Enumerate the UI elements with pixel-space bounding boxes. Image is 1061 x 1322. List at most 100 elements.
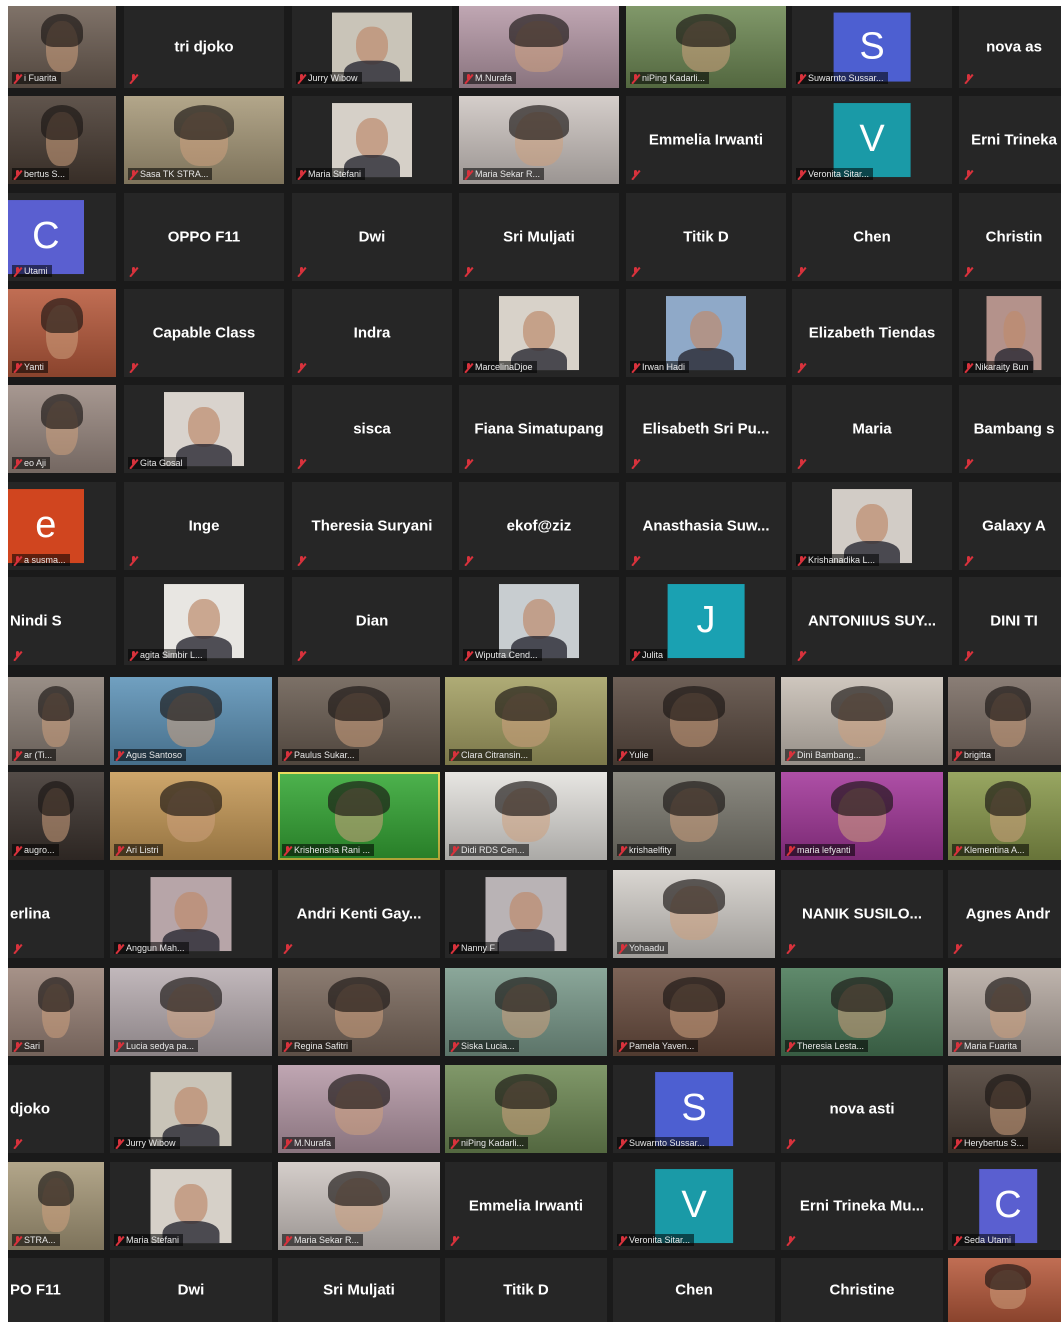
participant-tile[interactable]: Maria Sekar R... xyxy=(459,96,619,184)
participant-tile[interactable]: ANTONIIUS SUY... xyxy=(792,577,952,665)
participant-tile[interactable]: Maria xyxy=(792,385,952,473)
participant-tile[interactable]: Pamela Yaven... xyxy=(613,968,775,1056)
participant-tile[interactable]: Bambang s xyxy=(959,385,1061,473)
participant-tile[interactable]: Capable Class xyxy=(124,289,284,377)
participant-tile[interactable]: Paulus Sukar... xyxy=(278,677,440,765)
participant-tile[interactable]: Yanti xyxy=(8,289,116,377)
participant-tile[interactable]: Erni Trineka Mu... xyxy=(781,1162,943,1250)
participant-tile[interactable]: niPing Kadarli... xyxy=(445,1065,607,1153)
participant-tile[interactable]: Yulie xyxy=(613,677,775,765)
participant-tile[interactable]: Lucia sedya pa... xyxy=(110,968,272,1056)
participant-tile[interactable]: Elizabeth Tiendas xyxy=(792,289,952,377)
participant-tile[interactable]: Theresia Suryani xyxy=(292,482,452,570)
participant-tile[interactable]: Jurry Wibow xyxy=(292,6,452,88)
participant-tile[interactable]: ar (Ti... xyxy=(8,677,104,765)
participant-tile[interactable]: OPPO F11 xyxy=(124,193,284,281)
participant-tile[interactable]: Elisabeth Sri Pu... xyxy=(626,385,786,473)
participant-tile[interactable]: ekof@ziz xyxy=(459,482,619,570)
participant-tile[interactable]: Indra xyxy=(292,289,452,377)
participant-tile[interactable]: Fiana Simatupang xyxy=(459,385,619,473)
participant-tile[interactable]: NANIK SUSILO... xyxy=(781,870,943,958)
participant-tile[interactable]: Sri Muljati xyxy=(459,193,619,281)
participant-tile[interactable]: C Seda Utami xyxy=(948,1162,1061,1250)
participant-tile[interactable]: Agus Santoso xyxy=(110,677,272,765)
participant-tile[interactable]: S Suwarnto Sussar... xyxy=(792,6,952,88)
participant-tile[interactable]: C Utami xyxy=(8,193,116,281)
participant-tile[interactable]: tri djoko xyxy=(124,6,284,88)
participant-name-label: Jurry Wibow xyxy=(114,1137,180,1149)
participant-tile[interactable]: Irwan Hadi xyxy=(626,289,786,377)
participant-tile[interactable]: Clara Citransin... xyxy=(445,677,607,765)
participant-tile[interactable]: STRA... xyxy=(8,1162,104,1250)
participant-tile[interactable]: Klementina A... xyxy=(948,772,1061,860)
participant-tile[interactable]: Christin xyxy=(959,193,1061,281)
participant-tile[interactable]: Maria Sekar R... xyxy=(278,1162,440,1250)
participant-tile[interactable]: eo Aji xyxy=(8,385,116,473)
participant-tile[interactable]: nova as xyxy=(959,6,1061,88)
participant-tile[interactable]: Titik D xyxy=(626,193,786,281)
participant-tile[interactable]: Maria Fuarita xyxy=(948,968,1061,1056)
participant-tile[interactable]: Emmelia Irwanti xyxy=(445,1162,607,1250)
participant-tile[interactable]: nova asti xyxy=(781,1065,943,1153)
participant-tile[interactable]: Ari Listri xyxy=(110,772,272,860)
participant-tile[interactable]: brigitta xyxy=(948,677,1061,765)
participant-tile[interactable]: Theresia Lesta... xyxy=(781,968,943,1056)
participant-tile[interactable]: Nanny F xyxy=(445,870,607,958)
participant-tile[interactable]: DINI TI xyxy=(959,577,1061,665)
participant-tile[interactable]: Sasa TK STRA... xyxy=(124,96,284,184)
participant-tile[interactable]: maria lefyanti xyxy=(781,772,943,860)
participant-tile[interactable]: MarcelinaDjoe xyxy=(459,289,619,377)
participant-tile[interactable]: Gita Gosal xyxy=(124,385,284,473)
participant-tile[interactable]: Maria Stefani xyxy=(292,96,452,184)
participant-tile[interactable]: erlina xyxy=(8,870,104,958)
participant-tile[interactable]: Jurry Wibow xyxy=(110,1065,272,1153)
participant-tile[interactable]: Nindi S xyxy=(8,577,116,665)
participant-tile[interactable] xyxy=(948,1258,1061,1322)
participant-tile[interactable]: krishaelfity xyxy=(613,772,775,860)
participant-tile[interactable]: Sri Muljati xyxy=(278,1258,440,1322)
participant-tile[interactable]: niPing Kadarli... xyxy=(626,6,786,88)
participant-tile[interactable]: V Veronita Sitar... xyxy=(792,96,952,184)
participant-tile[interactable]: Herybertus S... xyxy=(948,1065,1061,1153)
participant-tile[interactable]: Krishensha Rani ... xyxy=(278,772,440,860)
participant-tile[interactable]: Inge xyxy=(124,482,284,570)
participant-tile[interactable]: Andri Kenti Gay... xyxy=(278,870,440,958)
participant-tile[interactable]: bertus S... xyxy=(8,96,116,184)
participant-tile[interactable]: Didi RDS Cen... xyxy=(445,772,607,860)
participant-tile[interactable]: Dini Bambang... xyxy=(781,677,943,765)
participant-tile[interactable]: Galaxy A xyxy=(959,482,1061,570)
participant-tile[interactable]: i Fuarita xyxy=(8,6,116,88)
participant-tile[interactable]: Krishanadika L... xyxy=(792,482,952,570)
participant-tile[interactable]: djoko xyxy=(8,1065,104,1153)
participant-tile[interactable]: M.Nurafa xyxy=(278,1065,440,1153)
participant-tile[interactable]: Anasthasia Suw... xyxy=(626,482,786,570)
participant-tile[interactable]: Dian xyxy=(292,577,452,665)
participant-tile[interactable]: S Suwarnto Sussar... xyxy=(613,1065,775,1153)
participant-tile[interactable]: ea susma... xyxy=(8,482,116,570)
participant-tile[interactable]: Chen xyxy=(613,1258,775,1322)
participant-tile[interactable]: Agnes Andr xyxy=(948,870,1061,958)
participant-tile[interactable]: augro... xyxy=(8,772,104,860)
participant-tile[interactable]: Nikaraity Bun xyxy=(959,289,1061,377)
participant-tile[interactable]: Dwi xyxy=(110,1258,272,1322)
participant-tile[interactable]: V Veronita Sitar... xyxy=(613,1162,775,1250)
participant-tile[interactable]: PO F11 xyxy=(8,1258,104,1322)
participant-tile[interactable]: Maria Stefani xyxy=(110,1162,272,1250)
participant-tile[interactable]: Yohaadu xyxy=(613,870,775,958)
participant-tile[interactable]: sisca xyxy=(292,385,452,473)
participant-tile[interactable]: Dwi xyxy=(292,193,452,281)
participant-tile[interactable]: Wiputra Cend... xyxy=(459,577,619,665)
participant-tile[interactable]: Emmelia Irwanti xyxy=(626,96,786,184)
participant-tile[interactable]: J Julita xyxy=(626,577,786,665)
participant-tile[interactable]: Erni Trineka xyxy=(959,96,1061,184)
participant-tile[interactable]: Titik D xyxy=(445,1258,607,1322)
participant-name-label xyxy=(796,458,809,469)
participant-tile[interactable]: M.Nurafa xyxy=(459,6,619,88)
participant-tile[interactable]: agita Simbir L... xyxy=(124,577,284,665)
participant-tile[interactable]: Chen xyxy=(792,193,952,281)
participant-tile[interactable]: Anggun Mah... xyxy=(110,870,272,958)
participant-tile[interactable]: Siska Lucia... xyxy=(445,968,607,1056)
participant-tile[interactable]: Christine xyxy=(781,1258,943,1322)
participant-tile[interactable]: Sari xyxy=(8,968,104,1056)
participant-tile[interactable]: Regina Safitri xyxy=(278,968,440,1056)
